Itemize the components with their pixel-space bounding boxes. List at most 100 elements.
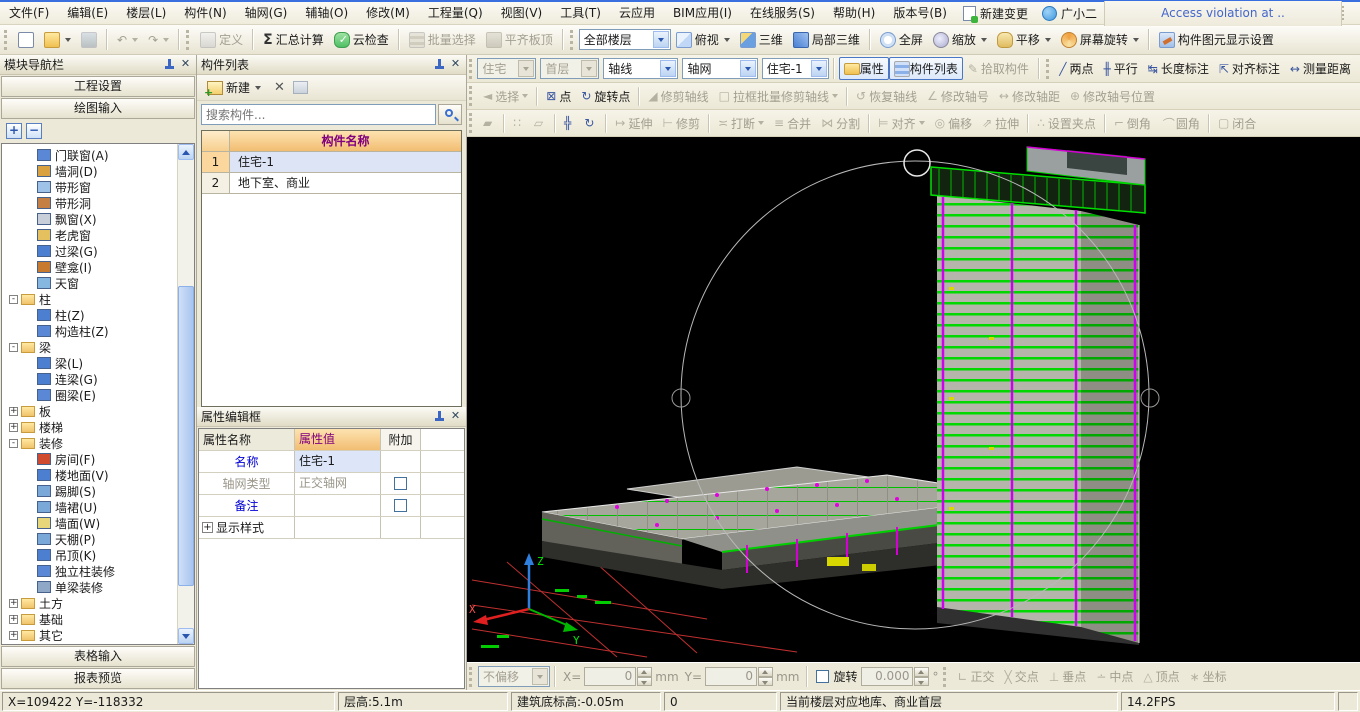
menu-item[interactable]: 构件(N) [175,2,235,24]
tree-item[interactable]: 构造柱(Z) [4,323,176,339]
tree-item[interactable]: 带形洞 [4,195,176,211]
y-input[interactable]: 0 [705,667,757,686]
attach-checkbox[interactable] [394,477,407,490]
toolbar-button[interactable]: ↔修改轴距 [994,85,1065,108]
toolbar-button[interactable]: ↔测量距离 [1285,57,1356,80]
tree-item[interactable]: + 楼梯 [4,419,176,435]
define-button[interactable]: 定义 [195,28,248,51]
toolbar-button[interactable]: ↦延伸 [610,112,657,135]
property-row[interactable]: +轴网类型 正交轴网 [199,473,464,495]
scroll-down-icon[interactable] [178,628,194,644]
zoom-button[interactable]: 缩放 [928,28,992,51]
draw-input-button[interactable]: 绘图输入 [1,98,195,119]
new-change-button[interactable]: 新建变更 [956,5,1035,22]
floor-select[interactable]: 首层 [540,58,599,79]
toolbar-button[interactable]: ∷ [508,113,529,133]
toolbar-button[interactable] [605,114,607,133]
attach-checkbox[interactable] [394,499,407,512]
toolbar-button[interactable] [1104,114,1106,133]
toolbar-button[interactable]: ⌐倒角 [1109,112,1156,135]
toolbar-grip[interactable] [469,59,473,79]
full-screen-button[interactable]: 全屏 [875,28,928,51]
toolbar-button[interactable]: ≍打断 [713,112,769,135]
property-value[interactable] [295,517,381,538]
tree-expander[interactable]: - [9,439,18,448]
tree-expander[interactable]: + [9,615,18,624]
toolbar-grip[interactable] [943,667,948,687]
delete-component-button[interactable]: ✕ [274,80,285,95]
combo-arrow-icon[interactable] [653,31,669,48]
toolbar-grip[interactable] [469,86,474,106]
toolbar-button[interactable] [708,114,710,133]
toolbar-grip[interactable] [4,30,9,50]
tree-item[interactable]: - 装修 [4,435,176,451]
close-icon[interactable]: ✕ [449,410,462,423]
open-file-button[interactable] [39,29,76,51]
toolbar-button[interactable]: ⊕修改轴号位置 [1065,85,1160,108]
offset-select[interactable]: 不偏移 [478,666,550,687]
toolbar-button[interactable] [846,87,848,106]
pin-icon[interactable] [164,59,175,70]
combo-arrow-icon[interactable] [518,60,534,77]
project-settings-button[interactable]: 工程设置 [1,76,195,97]
toolbar-button[interactable]: ⊠点 [541,85,576,108]
tree-item[interactable]: 门联窗(A) [4,147,176,163]
view-3d-button[interactable]: 三维 [735,28,788,51]
combo-arrow-icon[interactable] [660,60,676,77]
snap-toggle[interactable]: △顶点 [1138,666,1184,687]
expand-all-button[interactable]: + [6,123,22,139]
toolbar-button[interactable]: ◢修剪轴线 [643,85,713,108]
tree-item[interactable]: 壁龛(I) [4,259,176,275]
tree-item[interactable]: 吊顶(K) [4,547,176,563]
toolbar-button[interactable]: ∠修改轴号 [922,85,994,108]
menu-item[interactable]: 辅轴(O) [296,2,357,24]
partial-3d-button[interactable]: 局部三维 [788,28,865,51]
tree-expander[interactable]: + [9,631,18,640]
component-list-toggle[interactable]: 构件列表 [889,57,963,80]
menu-item[interactable]: 编辑(E) [58,2,117,24]
toolbar-button[interactable]: ⇱对齐标注 [1214,57,1285,80]
toolbar-button[interactable]: ╬ [559,113,579,133]
snap-toggle[interactable]: ∸中点 [1091,666,1138,687]
menu-item[interactable]: 工具(T) [551,2,610,24]
menu-item[interactable]: 工程量(Q) [419,2,492,24]
type-select[interactable]: 轴网 [682,58,757,79]
rotate-checkbox[interactable] [816,670,829,683]
toolbar-button[interactable]: □拉框批量修剪轴线 [714,85,843,108]
tree-expander[interactable]: + [9,423,18,432]
menu-item[interactable]: 在线服务(S) [741,2,824,24]
account-menu[interactable]: 329468805@qq.com [1342,6,1360,20]
tree-item[interactable]: 飘窗(X) [4,211,176,227]
x-input[interactable]: 0 [584,667,636,686]
toolbar-button[interactable]: ▢闭合 [1213,112,1261,135]
tree-item[interactable]: 楼地面(V) [4,467,176,483]
pick-component-button[interactable]: ✎拾取构件 [963,57,1034,80]
toolbar-button[interactable]: ↹长度标注 [1143,57,1214,80]
tree-item[interactable]: 梁(L) [4,355,176,371]
toolbar-button[interactable] [638,87,640,106]
tree-item[interactable]: 墙面(W) [4,515,176,531]
tree-item[interactable]: 天棚(P) [4,531,176,547]
toolbar-button[interactable]: ◄选择 [478,85,533,108]
tree-item[interactable]: + 其它 [4,627,176,643]
tree-scrollbar[interactable] [177,144,194,644]
pin-icon[interactable] [434,411,445,422]
toolbar-button[interactable]: ▱ [529,113,551,133]
scroll-up-icon[interactable] [178,144,194,160]
tree-expander[interactable]: + [9,599,18,608]
toolbar-button[interactable] [536,87,538,106]
tree-item[interactable]: 连梁(G) [4,371,176,387]
toolbar-grip[interactable] [570,30,575,50]
floor-select[interactable]: 全部楼层 [579,29,671,50]
close-icon[interactable]: ✕ [449,58,462,71]
table-row[interactable]: 2 地下室、商业 [202,173,461,194]
tree-item[interactable]: 房间(F) [4,451,176,467]
menu-item[interactable]: 楼层(L) [117,2,175,24]
element-display-settings-button[interactable]: 构件图元显示设置 [1154,28,1279,51]
toolbar-button[interactable]: ↻旋转点 [576,85,635,108]
menu-item[interactable]: 帮助(H) [824,2,884,24]
tree-item[interactable]: 天窗 [4,275,176,291]
toolbar-grip[interactable] [1046,59,1050,79]
tree-item[interactable]: 过梁(G) [4,243,176,259]
tree-expander[interactable]: - [9,343,18,352]
